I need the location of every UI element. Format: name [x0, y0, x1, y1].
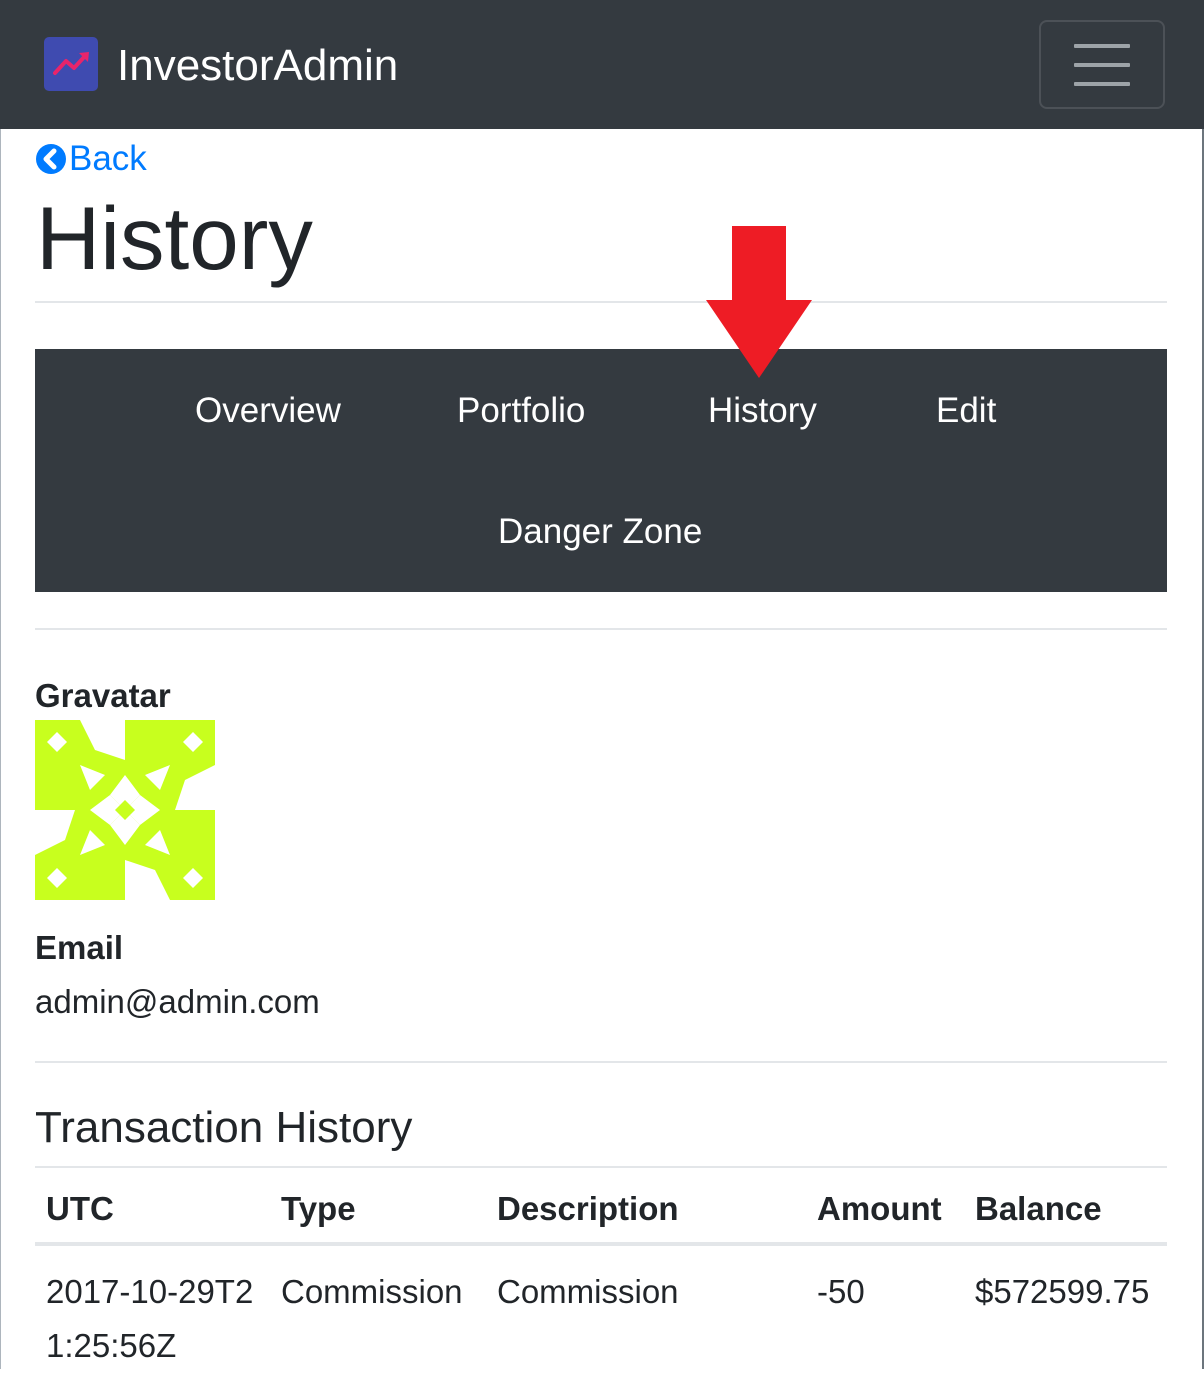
- cell-balance: $572599.75: [975, 1273, 1150, 1310]
- tab-edit[interactable]: Edit: [936, 389, 996, 433]
- navbar-toggler-button[interactable]: [1039, 20, 1165, 109]
- cell-description: Commission: [497, 1273, 679, 1310]
- table-header-border: [35, 1242, 1167, 1246]
- top-navbar: InvestorAdmin: [0, 0, 1204, 129]
- cell-type: Commission: [281, 1273, 463, 1310]
- brand-name[interactable]: InvestorAdmin: [117, 38, 398, 94]
- divider: [35, 1061, 1167, 1063]
- gravatar-label: Gravatar: [35, 677, 171, 714]
- transaction-history-title: Transaction History: [35, 1103, 413, 1152]
- column-header-balance: Balance: [975, 1190, 1102, 1227]
- tab-portfolio[interactable]: Portfolio: [457, 389, 585, 433]
- back-link[interactable]: Back: [35, 139, 147, 179]
- column-header-amount: Amount: [817, 1190, 942, 1227]
- table-top-border: [35, 1166, 1167, 1168]
- column-header-utc: UTC: [46, 1190, 114, 1227]
- divider: [35, 301, 1167, 303]
- back-label: Back: [69, 139, 147, 178]
- gravatar-image: [35, 720, 215, 900]
- cell-utc: 2017-10-29T21:25:56Z: [46, 1273, 254, 1364]
- tab-history[interactable]: History: [708, 389, 817, 433]
- tab-navigation: Overview Portfolio History Edit Danger Z…: [35, 349, 1167, 592]
- viewport-edge-left: [0, 129, 1, 1369]
- cell-amount: -50: [817, 1273, 865, 1310]
- tab-overview[interactable]: Overview: [195, 389, 341, 433]
- divider: [35, 628, 1167, 630]
- column-header-type: Type: [281, 1190, 356, 1227]
- tab-danger-zone[interactable]: Danger Zone: [498, 510, 702, 554]
- email-value: admin@admin.com: [35, 983, 320, 1020]
- hamburger-icon: [1074, 44, 1130, 86]
- column-header-description: Description: [497, 1190, 679, 1227]
- page-title: History: [36, 188, 313, 288]
- chevron-left-circle-icon: [36, 144, 66, 174]
- trending-up-icon[interactable]: [44, 37, 98, 91]
- email-label: Email: [35, 929, 124, 966]
- red-down-arrow-icon: [706, 226, 812, 378]
